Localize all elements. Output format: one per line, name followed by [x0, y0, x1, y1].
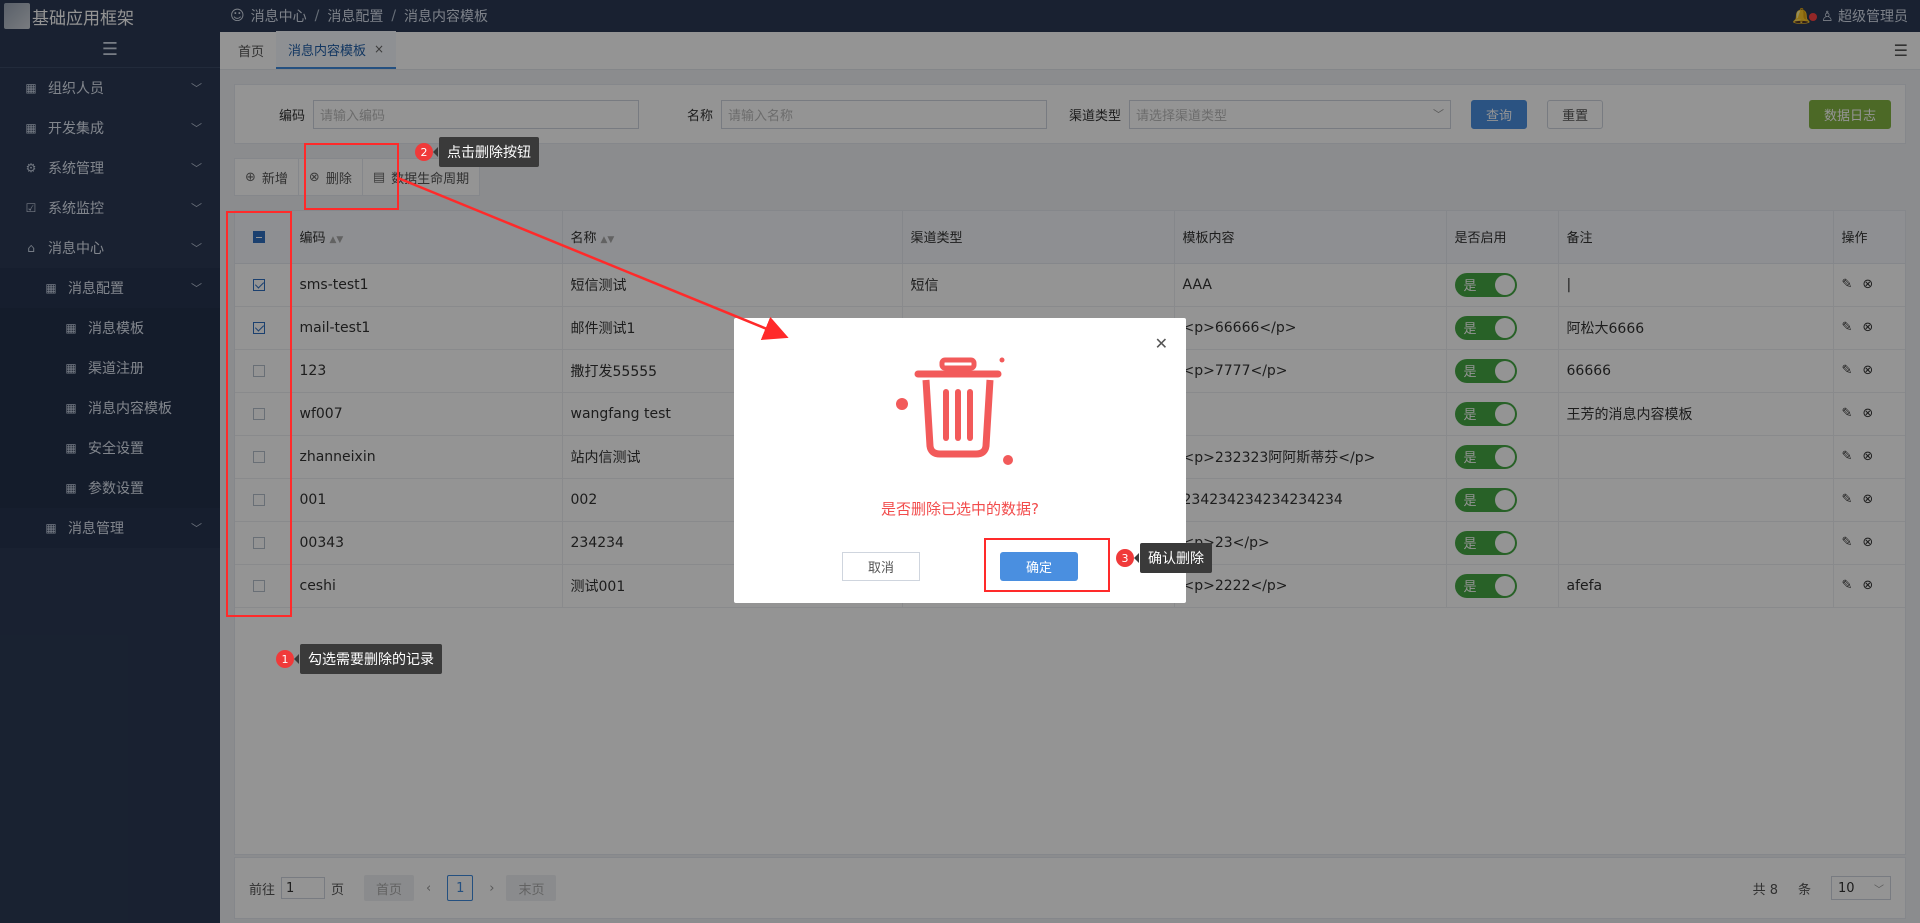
annotation-text: 确认删除 — [1134, 543, 1212, 573]
annotation-callout-1: 1 勾选需要删除的记录 — [276, 644, 442, 674]
trash-icon — [896, 357, 1013, 465]
confirm-message: 是否删除已选中的数据? — [881, 500, 1039, 518]
annotation-box-checkboxes — [226, 211, 292, 617]
annotation-number: 3 — [1116, 549, 1134, 567]
annotation-callout-3: 3 确认删除 — [1116, 543, 1212, 573]
annotation-number: 1 — [276, 650, 294, 668]
annotation-box-delete — [304, 143, 399, 210]
annotation-number: 2 — [415, 143, 433, 161]
cancel-button[interactable]: 取消 — [842, 552, 920, 581]
annotation-text: 点击删除按钮 — [433, 137, 539, 167]
annotation-text: 勾选需要删除的记录 — [294, 644, 442, 674]
annotation-box-confirm — [984, 538, 1110, 592]
annotation-callout-2: 2 点击删除按钮 — [415, 137, 539, 167]
close-icon[interactable]: ✕ — [1155, 334, 1168, 353]
